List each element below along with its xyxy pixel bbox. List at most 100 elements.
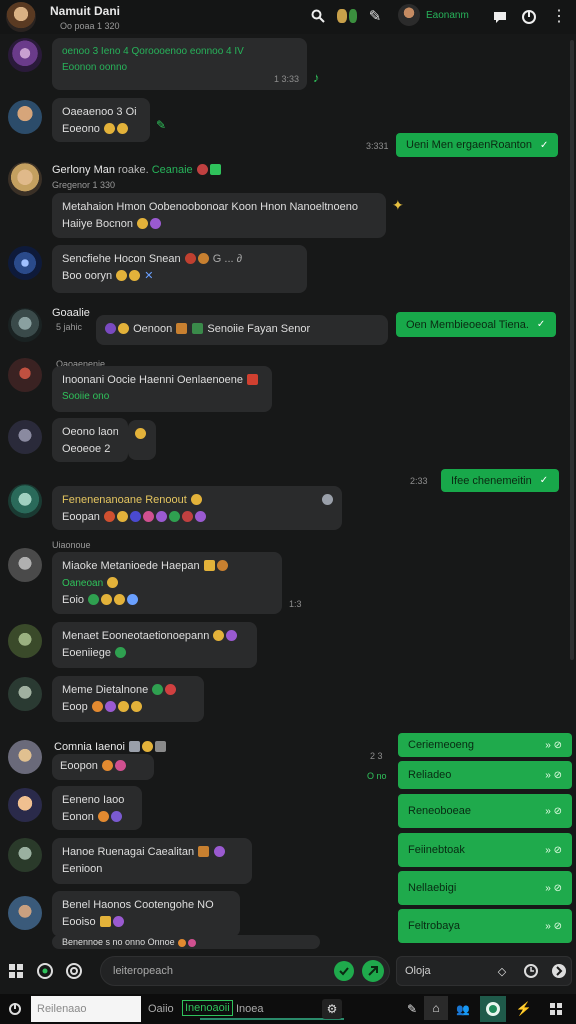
avatar[interactable]: [8, 358, 42, 392]
message-time: 1:3: [289, 599, 302, 609]
read-receipt-icon: ✓: [536, 319, 546, 330]
reply-icon: » ⊘: [545, 920, 562, 932]
reply-icon: » ⊘: [545, 844, 562, 856]
quick-reply-button[interactable]: Feiinebtoak» ⊘: [398, 833, 572, 867]
quick-reply-button[interactable]: Reneoboeae» ⊘: [398, 794, 572, 828]
emoji-icon: [117, 123, 128, 135]
message-bubble: Eeneno Iaoo Eonon: [52, 786, 142, 830]
message-text: Sooiie ono: [62, 391, 110, 403]
message-text: Ueni Men ergaenRoanton: [406, 139, 532, 151]
avatar[interactable]: [8, 308, 42, 342]
message-bubble: Eoopon: [52, 754, 154, 780]
power-button-icon[interactable]: [6, 1000, 24, 1018]
settings-icon[interactable]: ⚙: [322, 999, 342, 1019]
quick-reply-button[interactable]: Ceriemeoeng» ⊘: [398, 733, 572, 757]
contact-avatar[interactable]: [398, 4, 420, 26]
message-text: Eeneno Iaoo: [62, 794, 125, 806]
message-text: Oen Membieoeoal Tiena.: [406, 318, 529, 331]
side-label: O no: [367, 771, 387, 781]
avatar[interactable]: [8, 38, 42, 72]
whatsapp-icon[interactable]: [480, 996, 506, 1022]
emoji-icon: [321, 492, 334, 509]
apps-icon[interactable]: [6, 961, 26, 981]
message-bubble: Metahaion Hmon Oobenoobonoar Koon Hnon N…: [52, 193, 386, 238]
message-text: Meme Dietalnone: [62, 684, 149, 696]
avatar[interactable]: [8, 838, 42, 872]
taskbar-field[interactable]: Reilenaao: [31, 996, 141, 1022]
secondary-input-value: Oloja: [405, 965, 431, 977]
header-title: Namuit Dani: [50, 4, 121, 18]
message-text: Oeono laono: [62, 426, 118, 438]
avatar[interactable]: [8, 246, 42, 280]
avatar[interactable]: [8, 740, 42, 774]
reply-icon: » ⊘: [545, 769, 562, 781]
message-text: Oenoon: [133, 323, 173, 335]
tool-icon[interactable]: ⚡: [514, 999, 534, 1019]
message-text: Eoeono: [62, 123, 100, 136]
power-icon[interactable]: [519, 7, 539, 27]
contact-name[interactable]: Eaonanm: [426, 10, 469, 21]
search-icon[interactable]: [309, 7, 327, 25]
message-text: Oeoeoe 2: [62, 443, 111, 456]
message-text: Sencfiehe Hocon Snean: [62, 253, 181, 265]
camera-icon[interactable]: [63, 960, 85, 982]
outgoing-message: Ifee chenemeitin ✓: [441, 469, 559, 492]
reaction-bubble[interactable]: [128, 420, 156, 460]
avatar[interactable]: [8, 162, 42, 196]
more-icon[interactable]: ⋮: [549, 6, 569, 26]
message-bubble: Benel Haonos Cootengohe NO Eooiso: [52, 891, 240, 937]
message-time: 3:331: [366, 141, 389, 151]
pen-icon[interactable]: ✎: [366, 7, 384, 25]
quick-reply-button[interactable]: Nellaebigi» ⊘: [398, 871, 572, 905]
message-text: Eoonon oonno: [62, 61, 128, 73]
avatar[interactable]: [8, 624, 42, 658]
sticker-icon: ✦: [392, 197, 404, 213]
message-text: Ifee chenemeitin: [451, 474, 532, 487]
header-avatar[interactable]: [6, 2, 36, 32]
message-bubble: Benennoe s no onno Onnoe: [52, 935, 320, 949]
clock-icon[interactable]: [520, 960, 542, 982]
avatar[interactable]: [8, 420, 42, 454]
quick-reply-button[interactable]: Reliadeo» ⊘: [398, 761, 572, 789]
read-receipt-icon: ✓: [539, 475, 549, 486]
message-text: Eoopan: [62, 511, 100, 524]
sender-subtitle: Gregenor 1 330: [52, 180, 116, 190]
avatar[interactable]: [8, 548, 42, 582]
reply-icon: » ⊘: [545, 805, 562, 817]
chat-icon[interactable]: [491, 8, 509, 26]
voice-icon[interactable]: [334, 961, 354, 981]
diamond-icon[interactable]: ◇: [494, 962, 510, 980]
taskbar-active-field[interactable]: Inenoaoii: [182, 1000, 233, 1016]
people-icon[interactable]: 👥: [452, 1000, 474, 1018]
home-icon[interactable]: ⌂: [424, 996, 448, 1020]
emoji-icon[interactable]: [335, 7, 359, 25]
message-bubble: Inoonani Oocie Haenni Oenlaenoene Sooiie…: [52, 366, 272, 412]
message-bubble: Oenoon Senoiie Fayan Senor: [96, 315, 388, 345]
pen-icon[interactable]: ✎: [404, 1000, 420, 1018]
sender-subtitle: 5 jahic: [56, 322, 83, 332]
quick-reply-button[interactable]: Feltrobaya» ⊘: [398, 909, 572, 943]
message-text: Senoiie Fayan Senor: [207, 323, 311, 335]
send-icon[interactable]: [362, 960, 384, 982]
avatar[interactable]: [8, 896, 42, 930]
avatar[interactable]: [8, 788, 42, 822]
message-text: Inoonani Oocie Haenni Oenlaenoene: [62, 374, 244, 386]
secondary-input[interactable]: Oloja: [396, 956, 572, 986]
message-text: Fenenenanoane Renoout: [62, 494, 187, 506]
avatar[interactable]: [8, 100, 42, 134]
scrollbar[interactable]: [570, 40, 574, 660]
message-text: Oaeaenoo 3 Oi 3: [62, 106, 140, 118]
outgoing-message: Oen Membieoeoal Tiena. ✓: [396, 312, 556, 337]
grid-icon[interactable]: [546, 999, 566, 1019]
avatar[interactable]: [8, 484, 42, 518]
forward-icon[interactable]: [548, 960, 570, 982]
message-text: Eoio: [62, 594, 85, 607]
message-text: Eooiso: [62, 916, 96, 929]
message-bubble: Hanoe Ruenagai Caealitan Eenioon: [52, 838, 252, 884]
message-bubble: Sencfiehe Hocon Snean G ... ∂ Boo ooryn …: [52, 245, 307, 293]
message-text: Boo ooryn: [62, 270, 113, 283]
message-bubble: oenoo 3 Ieno 4 Qoroooenoo eonnoo 4 IV Eo…: [52, 38, 307, 90]
sticker-picker-icon[interactable]: [34, 960, 56, 982]
avatar[interactable]: [8, 677, 42, 711]
message-text: Menaet Eooneotaetionoepann: [62, 630, 210, 642]
